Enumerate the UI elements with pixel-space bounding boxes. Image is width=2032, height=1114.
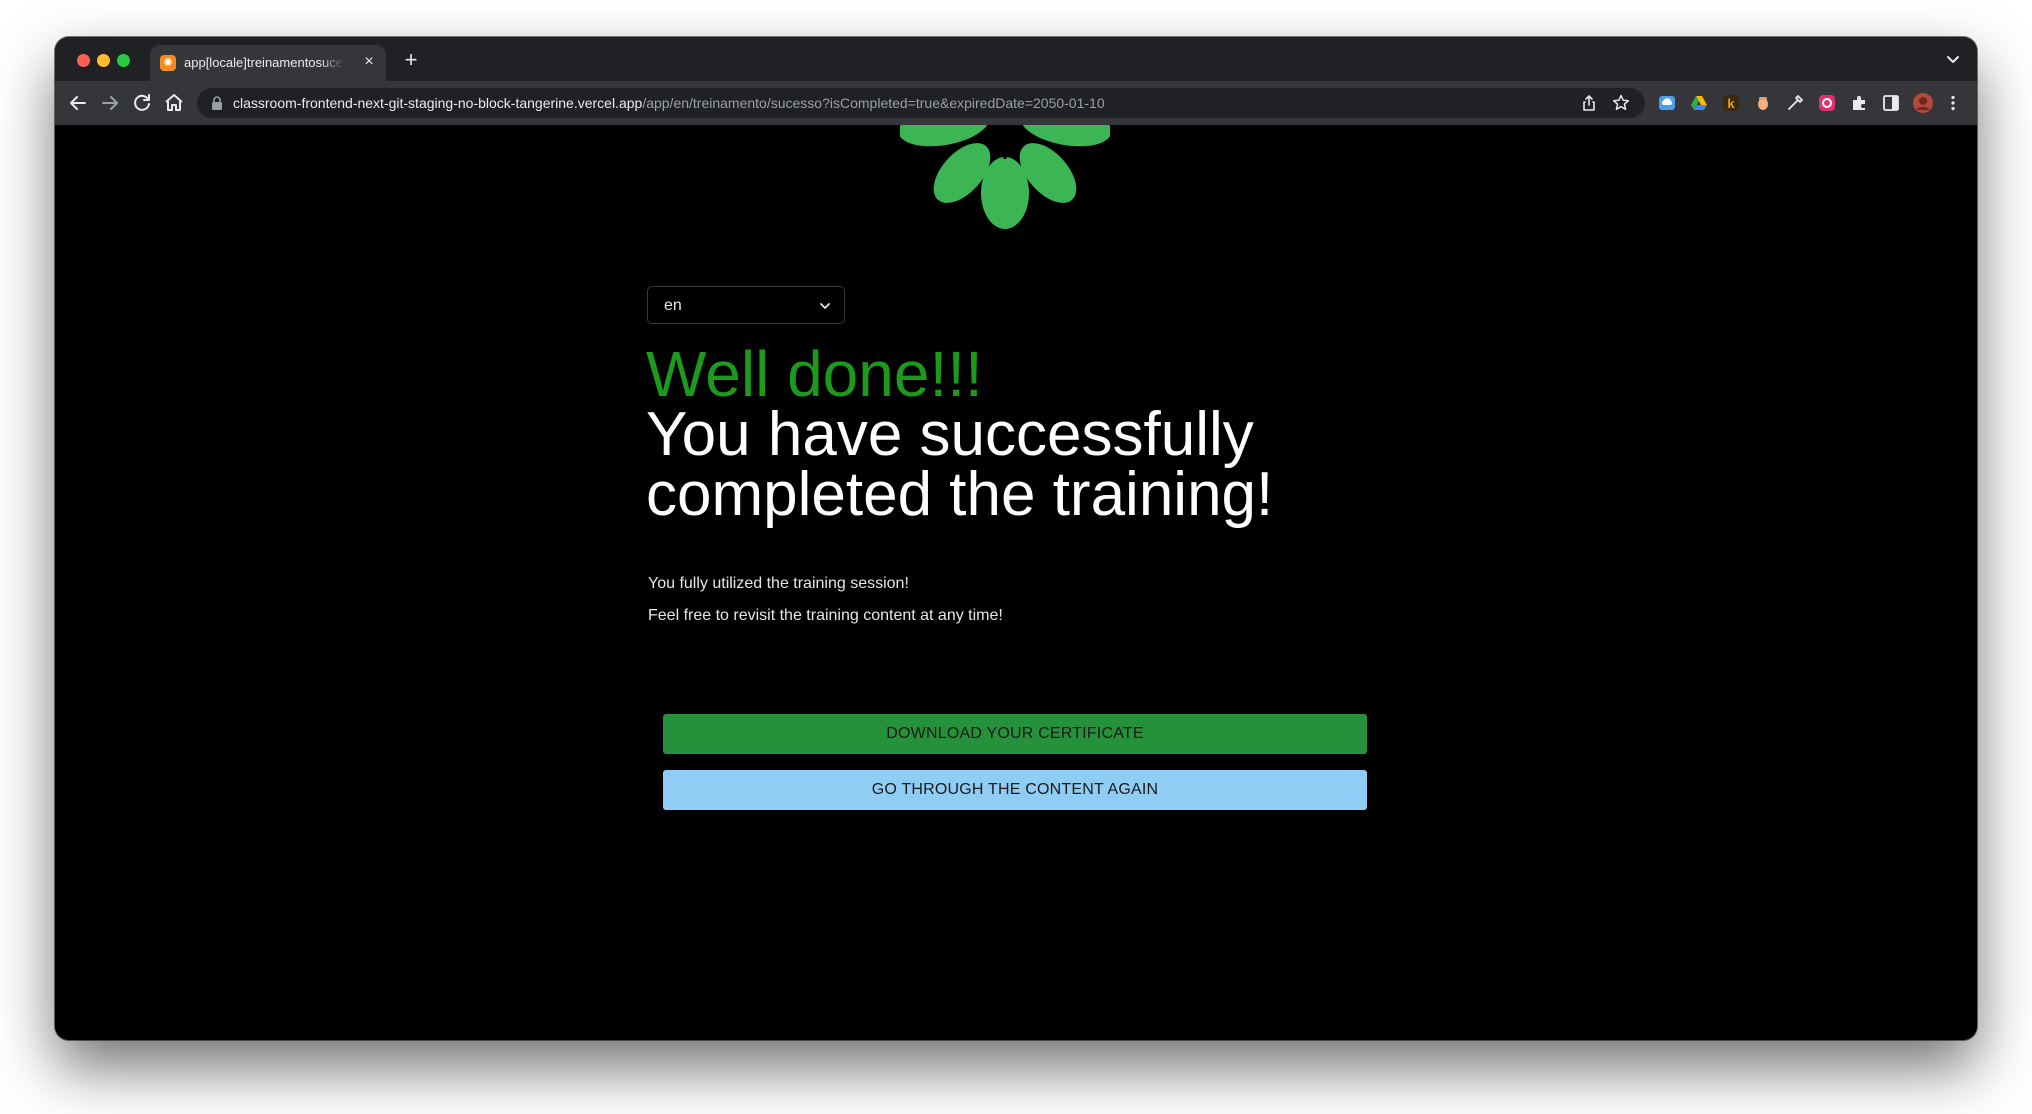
- tab-search-chevron-icon[interactable]: [1943, 49, 1963, 69]
- flower-logo: [900, 125, 1110, 229]
- pink-extension-icon[interactable]: [1817, 93, 1837, 113]
- language-select[interactable]: en: [647, 286, 845, 324]
- face-extension-icon[interactable]: [1753, 93, 1773, 113]
- active-tab[interactable]: ✺ app[locale]treinamentosucesso ×: [150, 45, 386, 81]
- svg-text:k: k: [1727, 96, 1735, 111]
- back-arrow-icon[interactable]: [66, 91, 90, 115]
- url-path: /app/en/treinamento/sucesso?isCompleted=…: [642, 95, 1105, 111]
- tab-strip: ✺ app[locale]treinamentosucesso × +: [55, 37, 1977, 81]
- language-select-value: en: [664, 297, 682, 314]
- browser-toolbar: classroom-frontend-next-git-staging-no-b…: [55, 81, 1977, 125]
- page-content: en Well done!!! You have successfully co…: [55, 125, 1977, 1040]
- drive-extension-icon[interactable]: [1689, 93, 1709, 113]
- eyedropper-extension-icon[interactable]: [1785, 93, 1805, 113]
- cloud-extension-icon[interactable]: [1657, 93, 1677, 113]
- tab-title: app[locale]treinamentosucesso: [184, 55, 344, 70]
- address-bar[interactable]: classroom-frontend-next-git-staging-no-b…: [197, 88, 1645, 118]
- completion-headline: You have successfully completed the trai…: [646, 400, 1274, 529]
- share-icon[interactable]: [1579, 93, 1599, 113]
- star-icon[interactable]: [1611, 93, 1631, 113]
- utilized-message: You fully utilized the training session!: [648, 575, 909, 592]
- url-host: classroom-frontend-next-git-staging-no-b…: [233, 95, 643, 111]
- lock-icon[interactable]: [211, 96, 223, 110]
- home-icon[interactable]: [162, 91, 186, 115]
- url-text[interactable]: classroom-frontend-next-git-staging-no-b…: [233, 95, 1105, 111]
- puzzle-icon[interactable]: [1849, 93, 1869, 113]
- tab-favicon-icon: ✺: [160, 55, 176, 71]
- menu-kebab-icon[interactable]: [1943, 93, 1963, 113]
- new-tab-button[interactable]: +: [399, 48, 423, 72]
- fullscreen-window-button[interactable]: [117, 54, 130, 67]
- chevron-down-icon: [820, 303, 830, 309]
- forward-arrow-icon[interactable]: [98, 91, 122, 115]
- go-through-content-again-button[interactable]: GO THROUGH THE CONTENT AGAIN: [663, 770, 1367, 810]
- success-headline: Well done!!!: [646, 338, 983, 410]
- minimize-window-button[interactable]: [97, 54, 110, 67]
- revisit-message: Feel free to revisit the training conten…: [648, 607, 1003, 624]
- download-certificate-button[interactable]: DOWNLOAD YOUR CERTIFICATE: [663, 714, 1367, 754]
- k-extension-icon[interactable]: k: [1721, 93, 1741, 113]
- browser-window: ✺ app[locale]treinamentosucesso × +: [55, 37, 1977, 1040]
- profile-avatar[interactable]: [1912, 92, 1934, 114]
- side-panel-icon[interactable]: [1881, 93, 1901, 113]
- tab-close-icon[interactable]: ×: [360, 53, 378, 71]
- reload-icon[interactable]: [130, 91, 154, 115]
- close-window-button[interactable]: [77, 54, 90, 67]
